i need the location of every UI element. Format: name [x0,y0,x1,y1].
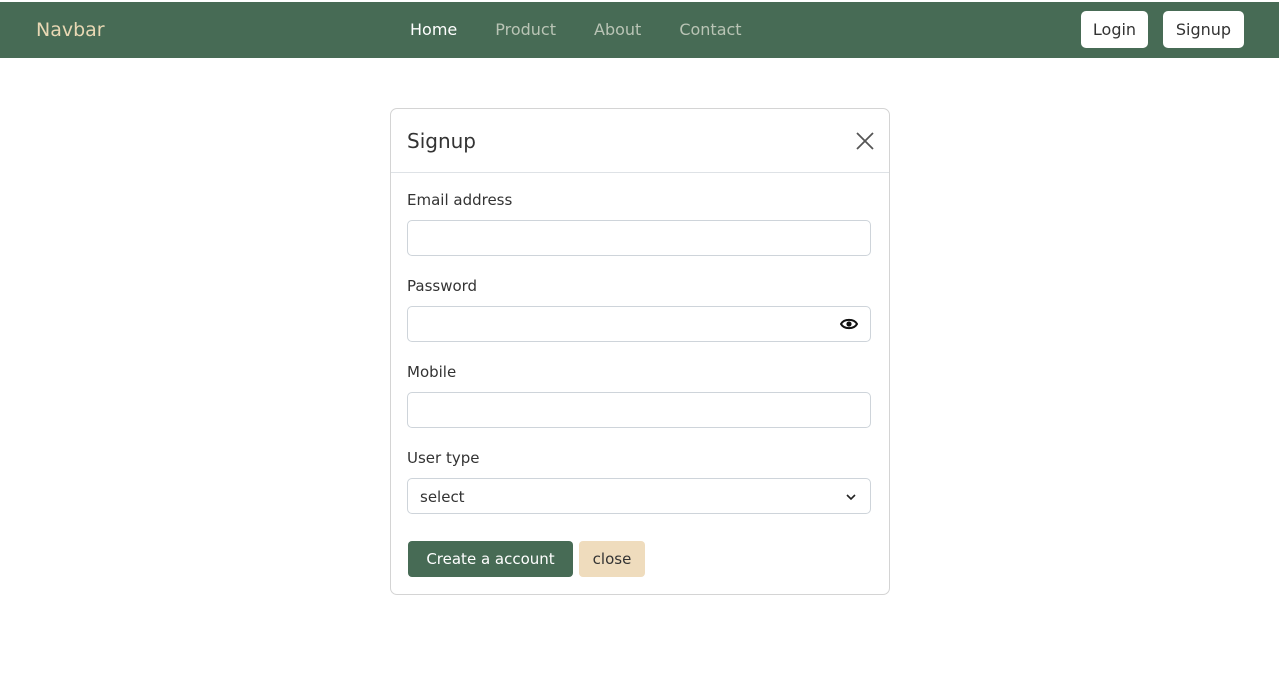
navbar-brand[interactable]: Navbar [36,18,105,42]
close-button[interactable]: close [579,541,645,577]
nav-links: Home Product About Contact [410,19,780,41]
chevron-down-icon [846,494,856,501]
nav-link-home[interactable]: Home [410,19,457,41]
password-label: Password [407,277,478,295]
usertype-selected-value: select [420,488,465,506]
modal-title: Signup [407,129,476,153]
navbar: Navbar Home Product About Contact Login … [0,2,1279,58]
mobile-field[interactable] [407,392,871,428]
email-label: Email address [407,191,513,209]
email-field[interactable] [407,220,871,256]
modal-header: Signup [391,109,889,173]
close-icon[interactable] [855,131,875,151]
login-button[interactable]: Login [1081,11,1148,48]
password-field[interactable] [407,306,871,342]
nav-link-contact[interactable]: Contact [679,19,741,41]
create-account-button[interactable]: Create a account [408,541,573,577]
usertype-label: User type [407,449,480,467]
signup-button[interactable]: Signup [1163,11,1244,48]
nav-link-product[interactable]: Product [495,19,556,41]
signup-modal: Signup Email address Password Mobile Use… [390,108,890,595]
nav-link-about[interactable]: About [594,19,641,41]
mobile-label: Mobile [407,363,457,381]
usertype-select[interactable]: select [407,478,871,514]
eye-icon[interactable] [840,317,858,331]
